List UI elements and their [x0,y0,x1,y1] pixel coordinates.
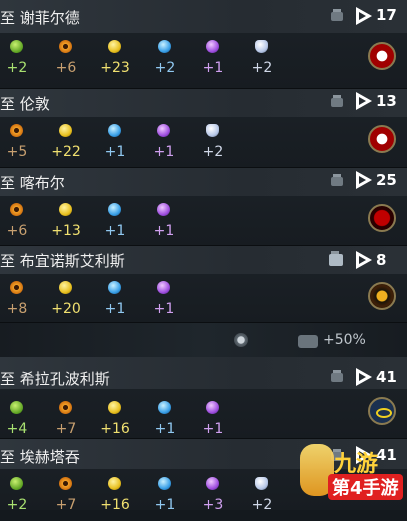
culture-icon [157,281,170,294]
great-person-icon [234,333,248,347]
science-icon [108,281,121,294]
turns-arrow-icon [356,92,372,110]
gold-icon [108,477,121,490]
turns-arrow-icon [356,368,372,386]
yield-production: +7 [49,475,89,521]
yield-science: +1 [98,122,138,168]
faith-icon [206,124,219,137]
route-destination: 至 埃赫塔吞 [0,448,80,466]
trade-route-sheffield[interactable]: 至 谢菲尔德 17 +2 +6 +23 +2 +1 +2 [0,0,407,89]
route-yields: +6 +13 +1 +1 [0,201,340,247]
trade-route-kabul[interactable]: 至 喀布尔 25 +6 +13 +1 +1 [0,168,407,246]
yield-production: +5 [0,122,40,168]
yield-faith: +2 [245,475,285,521]
route-turns: 41 [376,368,397,386]
production-icon [10,281,23,294]
bonus-value: +50% [323,332,366,348]
culture-icon [206,401,219,414]
turns-arrow-icon [356,171,372,189]
turns-arrow-icon [356,251,372,269]
yield-science: +1 [148,475,188,521]
yield-gold: +22 [49,122,89,168]
yield-culture: +1 [147,279,187,325]
science-icon [108,203,121,216]
yield-gold: +23 [98,38,138,84]
production-icon [59,477,72,490]
culture-icon [206,40,219,53]
yield-production: +6 [49,38,89,84]
route-destination: 至 谢菲尔德 [0,9,80,27]
watermark-bottom-text: 第4手游 [328,474,403,500]
production-icon [59,401,72,414]
route-destination: 至 伦敦 [0,95,50,113]
route-destination: 至 希拉孔波利斯 [0,370,110,388]
cargo-icon [331,174,343,186]
food-icon [10,401,23,414]
gold-icon [59,281,72,294]
yield-science: +1 [98,201,138,247]
faith-icon [255,40,268,53]
route-destination: 至 布宜诺斯艾利斯 [0,252,125,270]
yield-science: +1 [98,279,138,325]
route-turns: 25 [376,171,397,189]
culture-icon [206,477,219,490]
aztec-civ-icon [368,204,396,232]
route-yields: +2 +7 +16 +1 +3 +2 [0,475,340,521]
science-icon [108,124,121,137]
science-icon [158,401,171,414]
yield-culture: +1 [147,122,187,168]
production-icon [59,40,72,53]
science-icon [158,40,171,53]
production-icon [10,203,23,216]
route-yields: +8 +20 +1 +1 [0,279,340,325]
route-header [0,89,407,117]
supply-crate-icon [329,251,343,266]
site-watermark: 九游 第4手游 [300,444,404,506]
yield-culture: +3 [196,475,236,521]
byzantium-civ-icon [368,282,396,310]
route-turns: 8 [376,251,387,269]
food-icon [10,40,23,53]
trade-route-buenos-aires[interactable]: 至 布宜诺斯艾利斯 8 +8 +20 +1 +1 [0,246,407,323]
trade-bonus-row: +50% [0,323,407,358]
cargo-icon [331,95,343,107]
gold-icon [59,124,72,137]
science-icon [158,477,171,490]
route-turns: 13 [376,92,397,110]
gold-icon [108,401,121,414]
turns-arrow-icon [356,7,372,25]
culture-icon [157,124,170,137]
yield-culture: +1 [147,201,187,247]
trade-route-hierakonpolis[interactable]: 至 希拉孔波利斯 41 +4 +7 +16 +1 +1 [0,357,407,439]
route-destination: 至 喀布尔 [0,174,65,192]
faith-icon [255,477,268,490]
yield-food: +2 [0,475,40,521]
route-turns: 17 [376,6,397,24]
route-yields: +5 +22 +1 +1 +2 [0,122,340,168]
yield-food: +2 [0,38,40,84]
yield-production: +6 [0,201,40,247]
production-icon [10,124,23,137]
yield-faith: +2 [196,122,236,168]
gold-icon [108,40,121,53]
trade-route-london[interactable]: 至 伦敦 13 +5 +22 +1 +1 +2 [0,89,407,168]
yield-gold: +13 [49,201,89,247]
yield-science: +2 [148,38,188,84]
yield-gold: +20 [49,279,89,325]
cargo-icon [331,370,343,382]
route-yields: +2 +6 +23 +2 +1 +2 [0,38,340,84]
england-civ-icon [368,125,396,153]
yield-production: +8 [0,279,40,325]
gold-icon [59,203,72,216]
england-civ-icon [368,42,396,70]
culture-icon [157,203,170,216]
egypt-civ-icon [368,397,396,425]
yield-gold: +16 [98,475,138,521]
cargo-icon [331,9,343,21]
food-icon [10,477,23,490]
trader-icon [298,335,318,348]
yield-culture: +1 [196,38,236,84]
yield-faith: +2 [245,38,285,84]
